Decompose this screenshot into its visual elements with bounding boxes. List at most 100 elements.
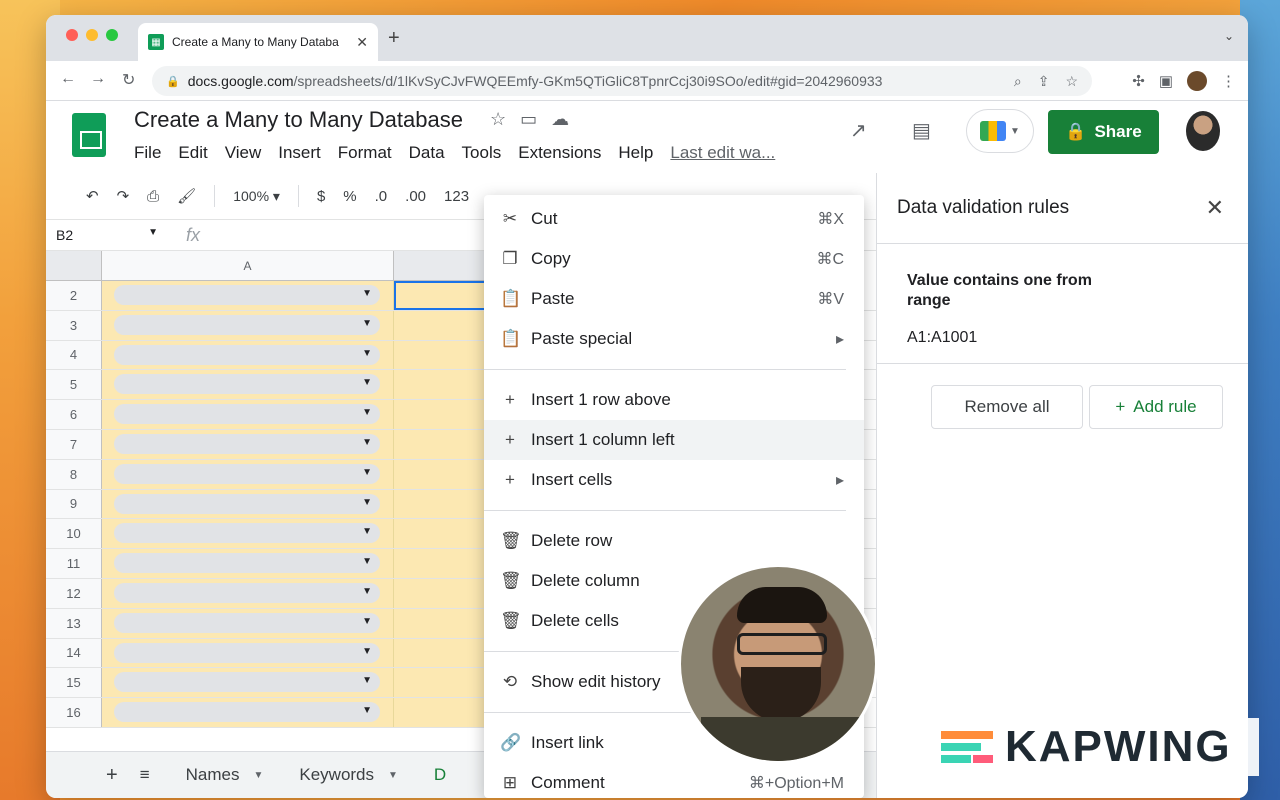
bookmark-star-icon[interactable]: ☆: [1065, 73, 1078, 90]
cell-dropdown[interactable]: [102, 310, 394, 340]
row-number[interactable]: 8: [46, 459, 102, 489]
row-number[interactable]: 9: [46, 489, 102, 519]
redo-icon[interactable]: ↷: [117, 187, 130, 205]
print-icon[interactable]: ⎙: [147, 188, 159, 205]
cloud-status-icon[interactable]: ☁: [551, 109, 569, 130]
percent-button[interactable]: %: [343, 188, 356, 205]
minimize-window-button[interactable]: [86, 29, 98, 41]
cell-dropdown[interactable]: [102, 698, 394, 727]
menu-help[interactable]: Help: [618, 143, 653, 163]
dropdown-chip[interactable]: [114, 702, 380, 723]
sheet-tab-d[interactable]: D: [434, 765, 446, 785]
row-number[interactable]: 13: [46, 608, 102, 638]
reload-icon[interactable]: ↻: [122, 70, 135, 90]
menu-tools[interactable]: Tools: [462, 143, 502, 163]
rule-title[interactable]: Value contains one from range: [907, 271, 1097, 311]
sheet-tab-names[interactable]: Names ▼: [186, 765, 264, 785]
dropdown-chip[interactable]: [114, 612, 380, 633]
dropdown-chip[interactable]: [114, 642, 380, 663]
currency-button[interactable]: $: [317, 188, 325, 205]
menu-item-paste[interactable]: 📋 Paste ⌘V: [484, 279, 864, 319]
name-box[interactable]: B2 ▼: [46, 227, 166, 243]
sidebar-icon[interactable]: ▣: [1159, 72, 1173, 90]
row-number[interactable]: 12: [46, 578, 102, 608]
zoom-icon[interactable]: ⌕: [1014, 73, 1022, 90]
remove-all-button[interactable]: Remove all: [931, 385, 1083, 429]
row-number[interactable]: 10: [46, 519, 102, 549]
row-number[interactable]: 2: [46, 281, 102, 310]
menu-item-cut[interactable]: ✂ Cut ⌘X: [484, 199, 864, 239]
undo-icon[interactable]: ↶: [86, 187, 99, 205]
meet-button[interactable]: ▼: [966, 109, 1034, 153]
menu-edit[interactable]: Edit: [178, 143, 207, 163]
star-icon[interactable]: ☆: [490, 109, 506, 130]
cell-dropdown[interactable]: [102, 638, 394, 668]
back-icon[interactable]: ←: [60, 70, 76, 88]
paint-format-icon[interactable]: 🖌: [177, 187, 196, 205]
row-number[interactable]: 7: [46, 429, 102, 459]
sheets-logo-icon[interactable]: [72, 113, 106, 157]
cell-dropdown[interactable]: [102, 340, 394, 370]
increase-decimal-button[interactable]: .00: [405, 188, 426, 205]
menu-item-insert-1-row-above[interactable]: + Insert 1 row above: [484, 380, 864, 420]
cell-dropdown[interactable]: [102, 281, 394, 310]
column-header-a[interactable]: A: [102, 251, 394, 281]
dropdown-chip[interactable]: [114, 314, 380, 335]
comment-history-icon[interactable]: ▤: [912, 118, 931, 143]
row-number[interactable]: 16: [46, 698, 102, 727]
dropdown-chip[interactable]: [114, 582, 380, 603]
browser-menu-icon[interactable]: ⋮: [1221, 72, 1236, 90]
row-number[interactable]: 11: [46, 549, 102, 578]
menu-data[interactable]: Data: [409, 143, 445, 163]
row-number[interactable]: 4: [46, 340, 102, 370]
row-number[interactable]: 6: [46, 400, 102, 429]
cell-dropdown[interactable]: [102, 549, 394, 578]
dropdown-chip[interactable]: [114, 523, 380, 544]
number-format-button[interactable]: 123: [444, 188, 469, 205]
share-button[interactable]: 🔒 Share: [1048, 110, 1159, 154]
menu-file[interactable]: File: [134, 143, 161, 163]
cell-dropdown[interactable]: [102, 459, 394, 489]
menu-item-delete-row[interactable]: 🗑 Delete row: [484, 521, 864, 561]
panel-close-icon[interactable]: ✕: [1206, 195, 1224, 221]
browser-tab[interactable]: ▦ Create a Many to Many Databa ✕: [138, 23, 378, 61]
tab-close-icon[interactable]: ✕: [356, 34, 368, 51]
forward-icon[interactable]: →: [90, 70, 106, 88]
menu-item-insert-1-column-left[interactable]: + Insert 1 column left: [484, 420, 864, 460]
maximize-window-button[interactable]: [106, 29, 118, 41]
tab-search-chevron-icon[interactable]: ⌄: [1224, 29, 1234, 43]
dropdown-chip[interactable]: [114, 285, 380, 305]
menu-item-copy[interactable]: ❐ Copy ⌘C: [484, 239, 864, 279]
dropdown-chip[interactable]: [114, 433, 380, 454]
select-all-corner[interactable]: [46, 251, 102, 281]
dropdown-chip[interactable]: [114, 404, 380, 425]
menu-item-paste-special[interactable]: 📋 Paste special ▸: [484, 319, 864, 359]
cell-dropdown[interactable]: [102, 370, 394, 400]
cell-dropdown[interactable]: [102, 578, 394, 608]
cell-dropdown[interactable]: [102, 489, 394, 519]
dropdown-chip[interactable]: [114, 493, 380, 514]
new-tab-icon[interactable]: +: [388, 27, 400, 50]
cell-dropdown[interactable]: [102, 519, 394, 549]
row-number[interactable]: 3: [46, 310, 102, 340]
menu-item-comment[interactable]: ⊞ Comment ⌘+Option+M: [484, 763, 864, 798]
last-edit-link[interactable]: Last edit wa...: [670, 143, 775, 163]
menu-item-insert-cells[interactable]: + Insert cells ▸: [484, 460, 864, 500]
dropdown-chip[interactable]: [114, 374, 380, 395]
user-avatar[interactable]: [1186, 111, 1220, 151]
move-folder-icon[interactable]: ▭: [520, 109, 537, 130]
menu-format[interactable]: Format: [338, 143, 392, 163]
cell-dropdown[interactable]: [102, 400, 394, 429]
dropdown-chip[interactable]: [114, 672, 380, 693]
url-input[interactable]: 🔒 docs.google.com/spreadsheets/d/1lKvSyC…: [152, 66, 1092, 96]
all-sheets-icon[interactable]: ≡: [140, 765, 150, 785]
dropdown-chip[interactable]: [114, 553, 380, 574]
zoom-select[interactable]: 100% ▾: [233, 188, 280, 205]
add-sheet-icon[interactable]: +: [106, 764, 118, 787]
extensions-icon[interactable]: ✣: [1132, 72, 1145, 90]
profile-avatar[interactable]: [1187, 71, 1207, 91]
row-number[interactable]: 5: [46, 370, 102, 400]
cell-dropdown[interactable]: [102, 608, 394, 638]
row-number[interactable]: 14: [46, 638, 102, 668]
close-window-button[interactable]: [66, 29, 78, 41]
